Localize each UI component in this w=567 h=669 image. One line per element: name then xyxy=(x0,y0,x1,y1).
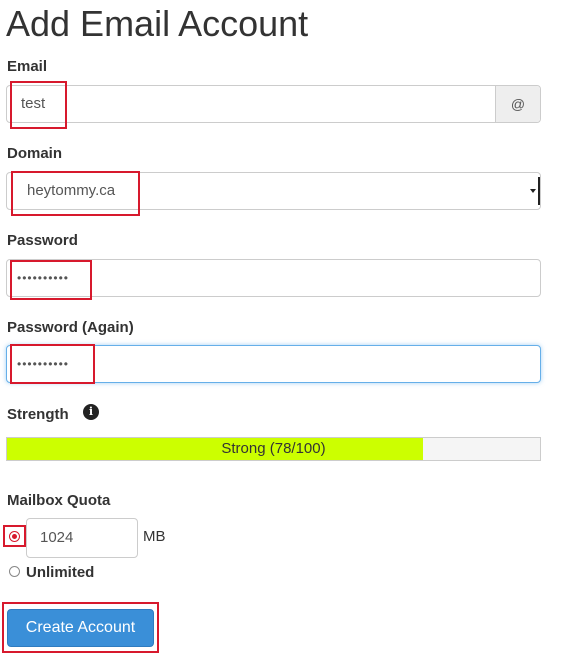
add-email-account-form: Add Email Account Email test @ Domain he… xyxy=(0,0,567,669)
page-title: Add Email Account xyxy=(6,3,309,44)
domain-selected-value: heytommy.ca xyxy=(27,182,116,199)
strength-meter: Strong (78/100) xyxy=(6,437,541,461)
email-label: Email xyxy=(7,58,48,75)
password-again-label: Password (Again) xyxy=(7,319,134,336)
create-account-button[interactable]: Create Account xyxy=(7,609,154,647)
at-sign-addon: @ xyxy=(495,86,540,122)
quota-unlimited-radio[interactable] xyxy=(9,566,20,577)
password-again-value: •••••••••• xyxy=(17,357,70,371)
strength-text: Strong (78/100) xyxy=(221,440,326,457)
mailbox-quota-label: Mailbox Quota xyxy=(7,492,111,509)
password-value: •••••••••• xyxy=(17,271,70,285)
quota-input[interactable]: 1024 xyxy=(26,518,138,558)
email-input[interactable]: test @ xyxy=(6,85,541,123)
quota-unit-label: MB xyxy=(143,528,166,545)
email-value: test xyxy=(21,95,46,112)
unlimited-label[interactable]: Unlimited xyxy=(26,564,94,581)
quota-limited-radio[interactable] xyxy=(9,531,20,542)
password-input[interactable]: •••••••••• xyxy=(6,259,541,297)
info-circle-icon[interactable]: i xyxy=(83,404,99,420)
strength-label: Strength xyxy=(7,406,69,423)
domain-label: Domain xyxy=(7,145,63,162)
quota-value: 1024 xyxy=(40,529,74,546)
chevron-down-icon[interactable] xyxy=(527,174,539,208)
password-label: Password xyxy=(7,232,78,249)
password-again-input[interactable]: •••••••••• xyxy=(6,345,541,383)
domain-select[interactable]: heytommy.ca xyxy=(6,172,541,210)
